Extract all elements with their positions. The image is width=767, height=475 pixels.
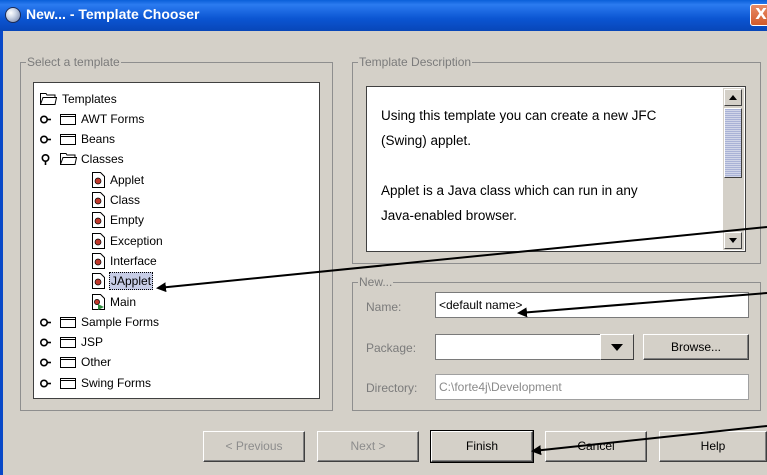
description-line: Using this template you can create a new… — [381, 108, 657, 123]
arrow-up-icon — [729, 95, 737, 100]
tree-item-label: Interface — [110, 254, 157, 268]
description-text: Using this template you can create a new… — [381, 103, 713, 228]
arrow-down-icon — [729, 238, 737, 243]
collapsed-handle-icon[interactable] — [40, 357, 51, 368]
tree-root-label: Templates — [62, 92, 117, 106]
previous-button[interactable]: < Previous — [203, 431, 305, 462]
directory-field[interactable]: C:\forte4j\Development — [435, 374, 749, 400]
open-folder-icon — [40, 93, 57, 105]
tree-folder-label: Swing Forms — [81, 376, 152, 390]
collapsed-handle-icon[interactable] — [40, 337, 51, 348]
directory-label: Directory: — [366, 381, 418, 395]
close-button[interactable]: X — [750, 4, 767, 26]
chevron-down-icon — [611, 344, 623, 351]
folder-icon — [60, 114, 76, 125]
open-folder-icon — [60, 153, 77, 165]
new-group-legend: New... — [358, 275, 394, 289]
name-label: Name: — [366, 300, 402, 314]
description-line: Java-enabled browser. — [381, 208, 517, 223]
window-title: New... - Template Chooser — [26, 6, 200, 22]
tree-item-label: Main — [110, 295, 137, 309]
app-icon — [5, 7, 21, 23]
description-line: (Swing) applet. — [381, 133, 472, 148]
package-combo[interactable] — [435, 334, 601, 360]
tree-item-label: Exception — [110, 234, 163, 248]
package-dropdown-button[interactable] — [600, 334, 634, 360]
folder-icon — [60, 317, 76, 328]
collapsed-handle-icon[interactable] — [40, 114, 51, 125]
tree-item-label: Empty — [110, 213, 145, 227]
description-scrollbar[interactable] — [723, 88, 744, 250]
finish-button[interactable]: Finish — [430, 430, 534, 463]
tree-folder-label: Sample Forms — [81, 315, 160, 329]
collapsed-handle-icon[interactable] — [40, 317, 51, 328]
next-button[interactable]: Next > — [317, 431, 419, 462]
tree-folder-label: AWT Forms — [81, 112, 145, 126]
tree-item-label: Class — [110, 193, 141, 207]
scroll-thumb[interactable] — [724, 108, 742, 178]
tree-item-label: Applet — [110, 173, 145, 187]
package-label: Package: — [366, 341, 417, 355]
description-line: Applet is a Java class which can run in … — [381, 183, 638, 198]
folder-icon — [60, 378, 76, 389]
description-group-legend: Template Description — [358, 55, 473, 69]
collapsed-handle-icon[interactable] — [40, 378, 51, 389]
tree-folder-label: JSP — [81, 335, 104, 349]
template-description: Using this template you can create a new… — [366, 86, 746, 252]
help-button[interactable]: Help — [659, 431, 767, 462]
template-tree[interactable]: Templates AWT Forms Beans Classes Applet… — [33, 82, 320, 399]
collapsed-handle-icon[interactable] — [40, 134, 51, 145]
title-bar: New... - Template Chooser X — [0, 0, 767, 31]
class-template-icon — [92, 212, 105, 228]
template-group-legend: Select a template — [26, 55, 121, 69]
tree-folder-label: Beans — [81, 132, 116, 146]
tree-folder-label: Other — [81, 355, 112, 369]
folder-icon — [60, 337, 76, 348]
folder-icon — [60, 134, 76, 145]
scroll-up-button[interactable] — [724, 89, 742, 106]
class-template-icon — [92, 172, 105, 188]
class-template-icon — [92, 192, 105, 208]
class-template-icon — [92, 273, 105, 289]
name-field[interactable]: <default name> — [435, 292, 749, 318]
tree-item-label-selected: JApplet — [109, 272, 154, 290]
expanded-handle-icon[interactable] — [40, 154, 51, 165]
class-template-icon — [92, 233, 105, 249]
browse-button[interactable]: Browse... — [643, 334, 749, 360]
tree-folder-label: Classes — [81, 152, 124, 166]
scroll-down-button[interactable] — [724, 232, 742, 249]
main-class-template-icon — [92, 294, 105, 310]
cancel-button[interactable]: Cancel — [545, 431, 647, 462]
class-template-icon — [92, 253, 105, 269]
folder-icon — [60, 357, 76, 368]
